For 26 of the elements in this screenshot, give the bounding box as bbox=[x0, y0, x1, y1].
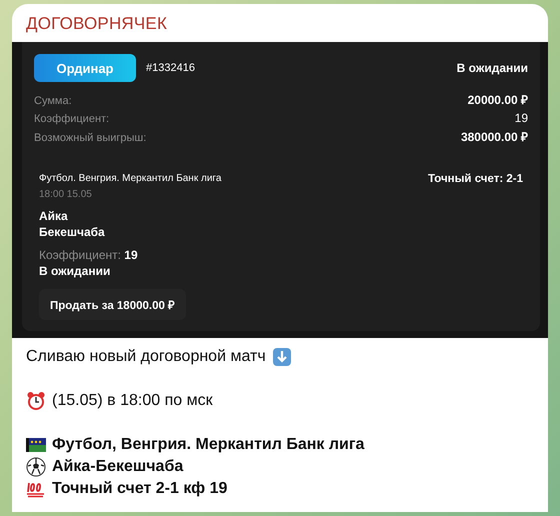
soccer-ball-icon bbox=[26, 457, 46, 477]
row-value: 380000.00 ₽ bbox=[460, 129, 528, 145]
message-text: Футбол, Венгрия. Меркантил Банк лига bbox=[52, 435, 364, 455]
flag-icon bbox=[26, 437, 46, 453]
team-name: Бекешчаба bbox=[39, 225, 106, 239]
league-name: Футбол. Венгрия. Меркантил Банк лига bbox=[39, 173, 222, 184]
team-name: Айка bbox=[39, 209, 69, 223]
row-label: Возможный выигрыш: bbox=[34, 132, 146, 144]
row-value: 19 bbox=[514, 111, 528, 125]
bet-status: В ожидании bbox=[456, 61, 528, 75]
sell-button[interactable]: Продать за 18000.00 ₽ bbox=[39, 289, 186, 320]
coefficient-text: Коэффициент: 19 bbox=[39, 248, 139, 262]
event-status: В ожидании bbox=[39, 264, 112, 278]
message-text: Айка-Бекешчаба bbox=[52, 457, 184, 477]
bet-id: #1332416 bbox=[146, 62, 195, 74]
row-value: 20000.00 ₽ bbox=[468, 92, 528, 108]
channel-title[interactable]: ДОГОВОРНЯЧЕК bbox=[12, 4, 548, 42]
row-label: Сумма: bbox=[34, 95, 72, 107]
row-label: Коэффициент: bbox=[34, 113, 110, 125]
hundred-points-icon bbox=[26, 480, 46, 498]
market-name: Точный счет: 2-1 bbox=[428, 173, 523, 185]
event-time: 18:00 15.05 bbox=[39, 189, 93, 200]
message-text: (15.05) в 18:00 по мск bbox=[52, 391, 213, 411]
alarm-clock-icon bbox=[26, 391, 46, 411]
message-text: Сливаю новый договорной матч bbox=[26, 347, 266, 367]
message-text: Точный счет 2-1 кф 19 bbox=[52, 479, 228, 499]
